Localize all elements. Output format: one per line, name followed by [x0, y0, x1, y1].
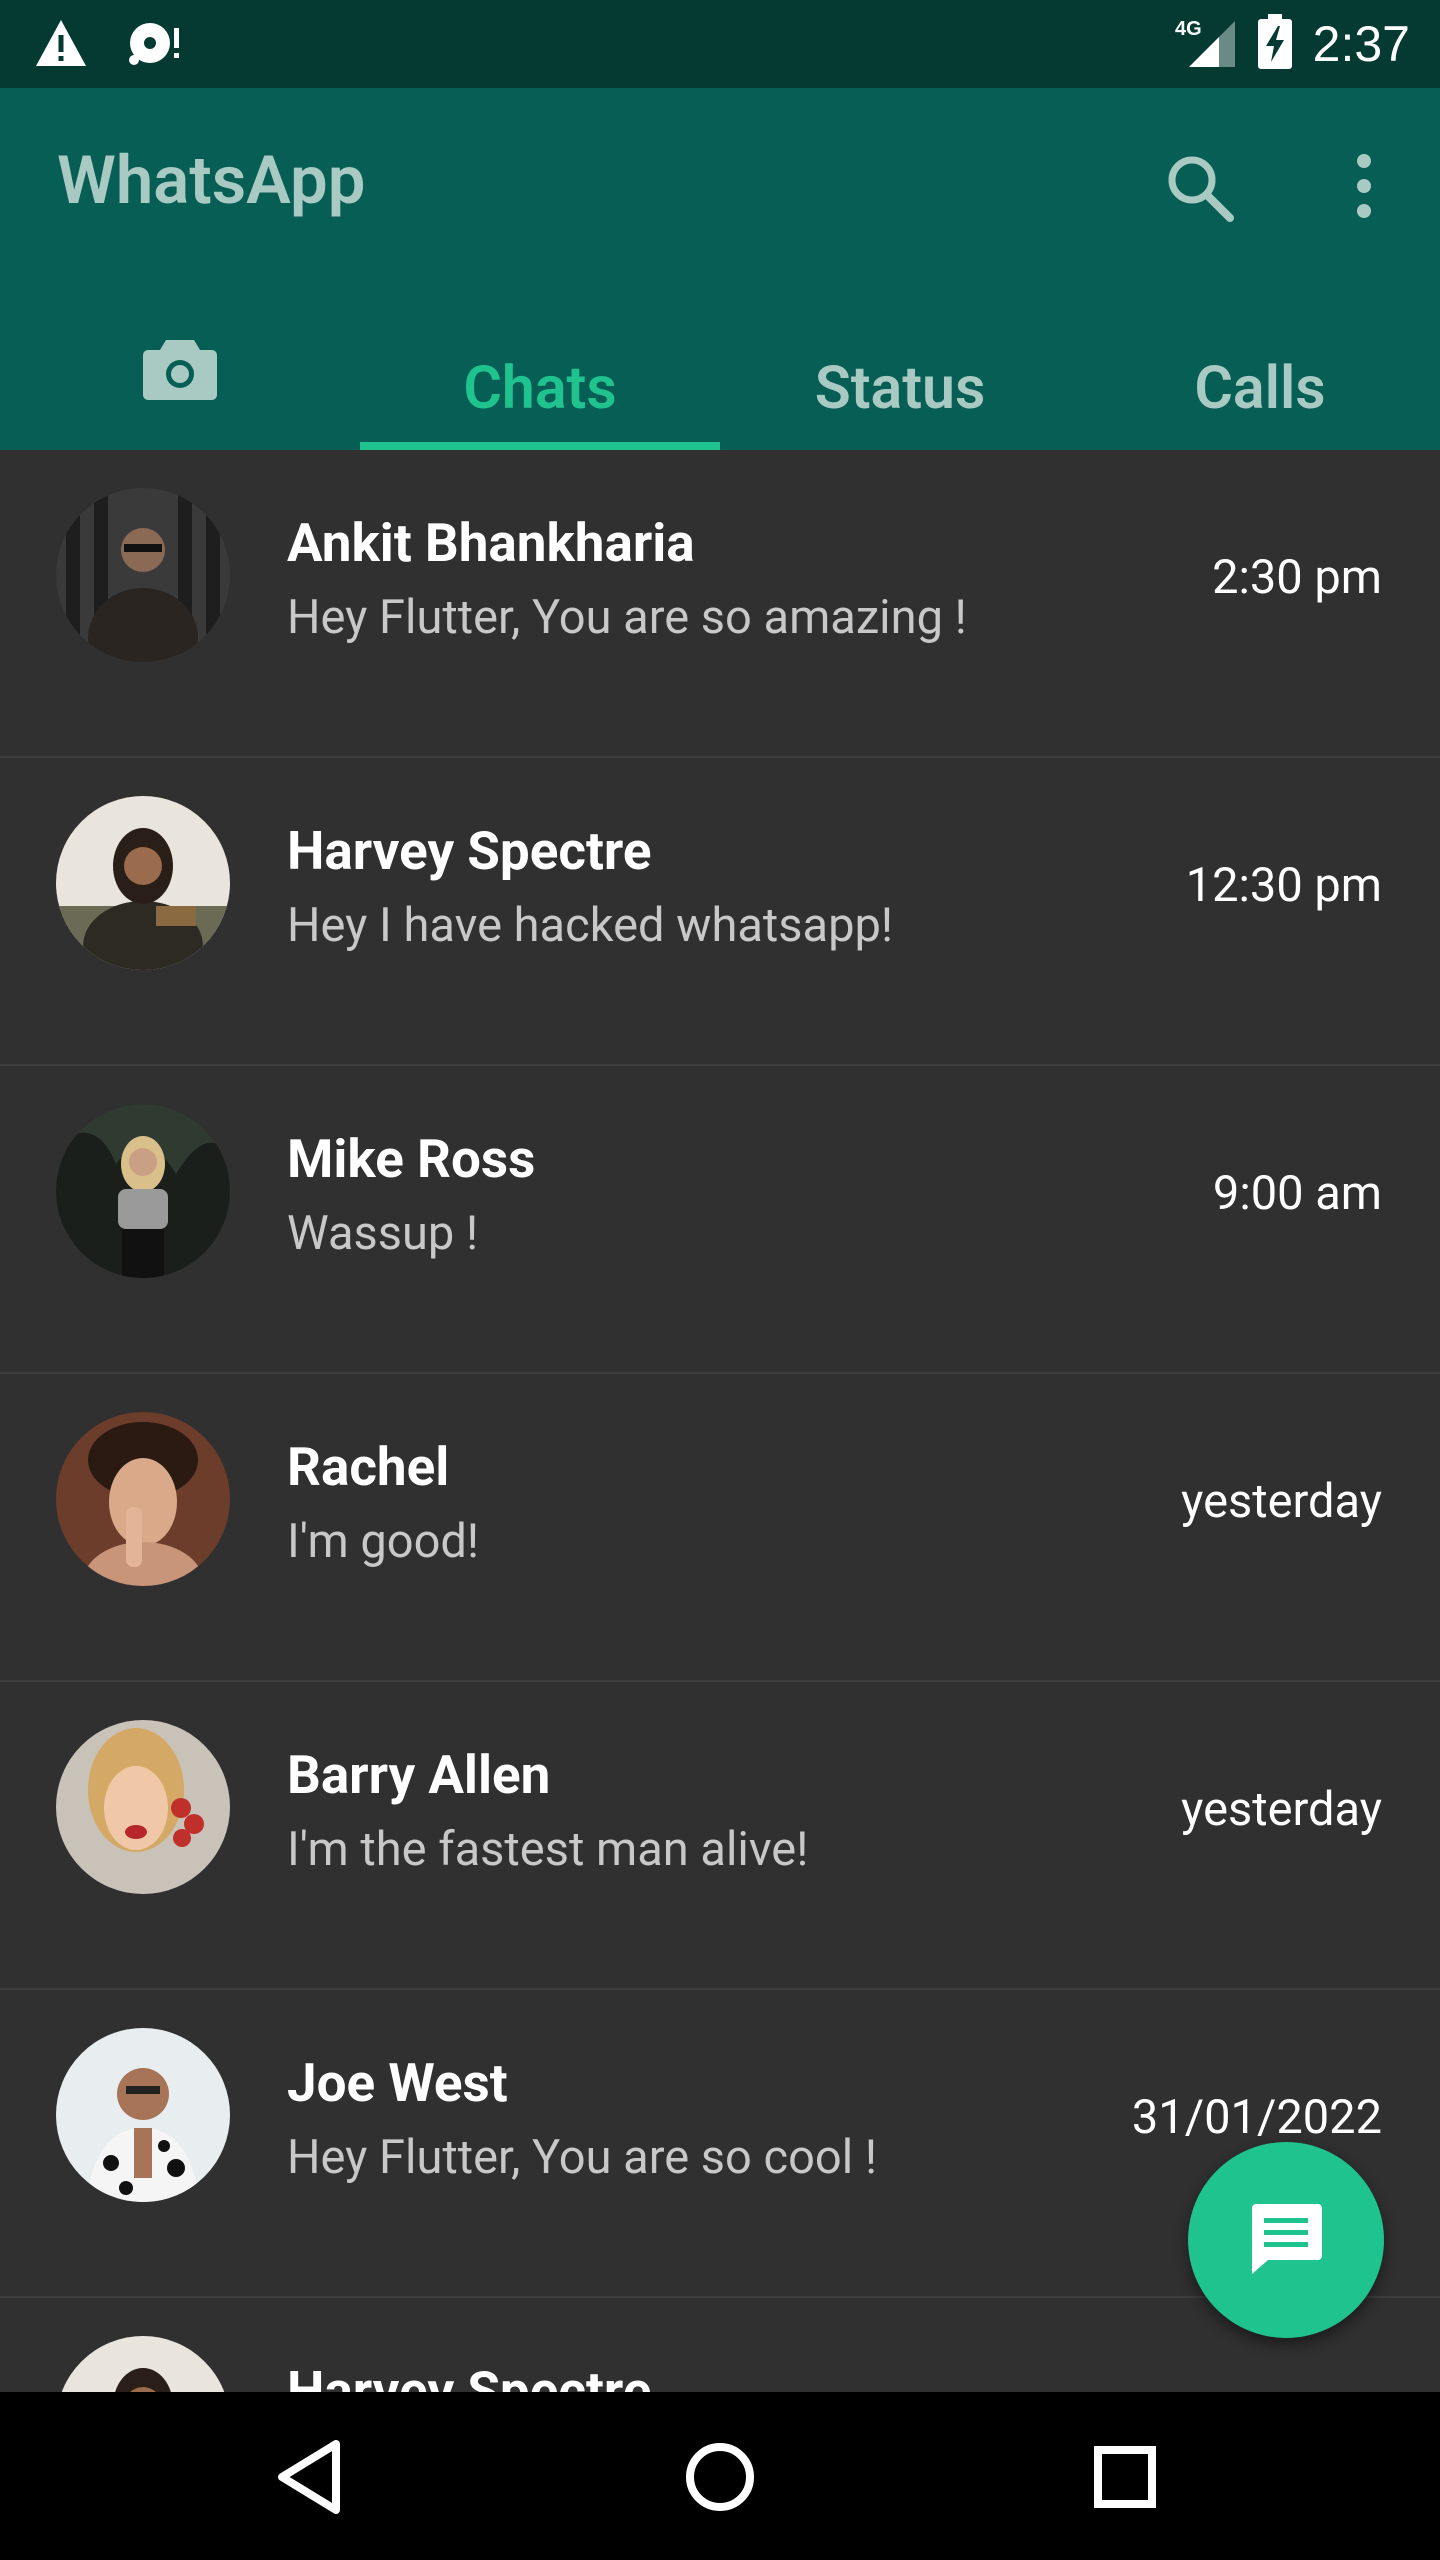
chat-name: Ankit Bhankharia — [287, 512, 695, 574]
chat-last-message: I'm the fastest man alive! — [287, 1822, 809, 1877]
camera-icon — [142, 336, 218, 417]
chat-time: 12:30 pm — [1185, 858, 1382, 913]
chat-last-message: Hey Flutter, You are so cool ! — [287, 2130, 877, 2185]
chat-row[interactable]: Mike Ross Wassup ! 9:00 am — [0, 1066, 1440, 1374]
chat-row[interactable]: Barry Allen I'm the fastest man alive! y… — [0, 1682, 1440, 1990]
chat-name: Harvey Spectre — [287, 820, 652, 882]
chat-last-message: Hey I have hacked whatsapp! — [287, 898, 894, 953]
avatar — [56, 2028, 230, 2202]
tab-status-label: Status — [814, 354, 986, 423]
new-chat-button[interactable] — [1188, 2142, 1384, 2338]
system-navigation-bar — [0, 2392, 1440, 2560]
chat-time: 2:30 pm — [1212, 550, 1382, 605]
tab-chats-label: Chats — [463, 354, 617, 423]
app-bar: WhatsApp Chats Status Calls — [0, 88, 1440, 450]
chat-time: yesterday — [1181, 1474, 1382, 1529]
chat-name: Joe West — [287, 2052, 508, 2114]
chat-time: 31/01/2022 — [1131, 2090, 1382, 2145]
chat-row[interactable]: Ankit Bhankharia Hey Flutter, You are so… — [0, 450, 1440, 758]
tab-chats[interactable]: Chats — [360, 354, 720, 450]
chat-last-message: Hey Flutter, You are so amazing ! — [287, 590, 967, 645]
chat-last-message: I'm good! — [287, 1514, 480, 1569]
chat-row[interactable]: Harvey Spectre Hey I have hacked whatsap… — [0, 758, 1440, 1066]
chat-time: 9:00 am — [1212, 1166, 1382, 1221]
status-time: 2:37 — [1312, 16, 1410, 72]
chat-row[interactable]: Rachel I'm good! yesterday — [0, 1374, 1440, 1682]
chat-time: yesterday — [1181, 1782, 1382, 1837]
search-icon — [1160, 156, 1240, 232]
media-notification-icon — [128, 18, 184, 72]
warning-icon — [34, 18, 88, 72]
avatar — [56, 1104, 230, 1278]
avatar — [56, 796, 230, 970]
chat-name: Mike Ross — [287, 1128, 536, 1190]
more-options-button[interactable] — [1324, 148, 1404, 228]
more-vert-icon — [1324, 154, 1404, 232]
chat-name: Rachel — [287, 1436, 450, 1498]
svg-text:4G: 4G — [1175, 18, 1202, 40]
battery-charging-icon — [1257, 14, 1293, 74]
recents-icon — [1080, 2446, 1170, 2526]
tab-camera[interactable] — [0, 340, 360, 450]
home-icon — [675, 2443, 765, 2526]
tab-calls[interactable]: Calls — [1080, 354, 1440, 450]
tab-calls-label: Calls — [1194, 354, 1326, 423]
chat-last-message: Wassup ! — [287, 1206, 479, 1261]
active-tab-indicator — [360, 442, 720, 450]
search-button[interactable] — [1160, 148, 1240, 228]
recents-button[interactable] — [1080, 2432, 1170, 2522]
status-bar: 4G 2:37 — [0, 0, 1440, 88]
app-title: WhatsApp — [57, 142, 366, 220]
back-button[interactable] — [268, 2432, 358, 2522]
chat-name: Barry Allen — [287, 1744, 551, 1806]
whatsapp-screen: 4G 2:37 WhatsApp Chats Status Calls Anki… — [0, 0, 1440, 2560]
avatar — [56, 1720, 230, 1894]
avatar — [56, 1412, 230, 1586]
tab-status[interactable]: Status — [720, 354, 1080, 450]
signal-4g-icon: 4G — [1173, 15, 1237, 73]
tab-bar: Chats Status Calls — [0, 340, 1440, 450]
avatar — [56, 488, 230, 662]
chat-message-icon — [1248, 2200, 1324, 2280]
back-icon — [268, 2440, 358, 2526]
home-button[interactable] — [675, 2432, 765, 2522]
